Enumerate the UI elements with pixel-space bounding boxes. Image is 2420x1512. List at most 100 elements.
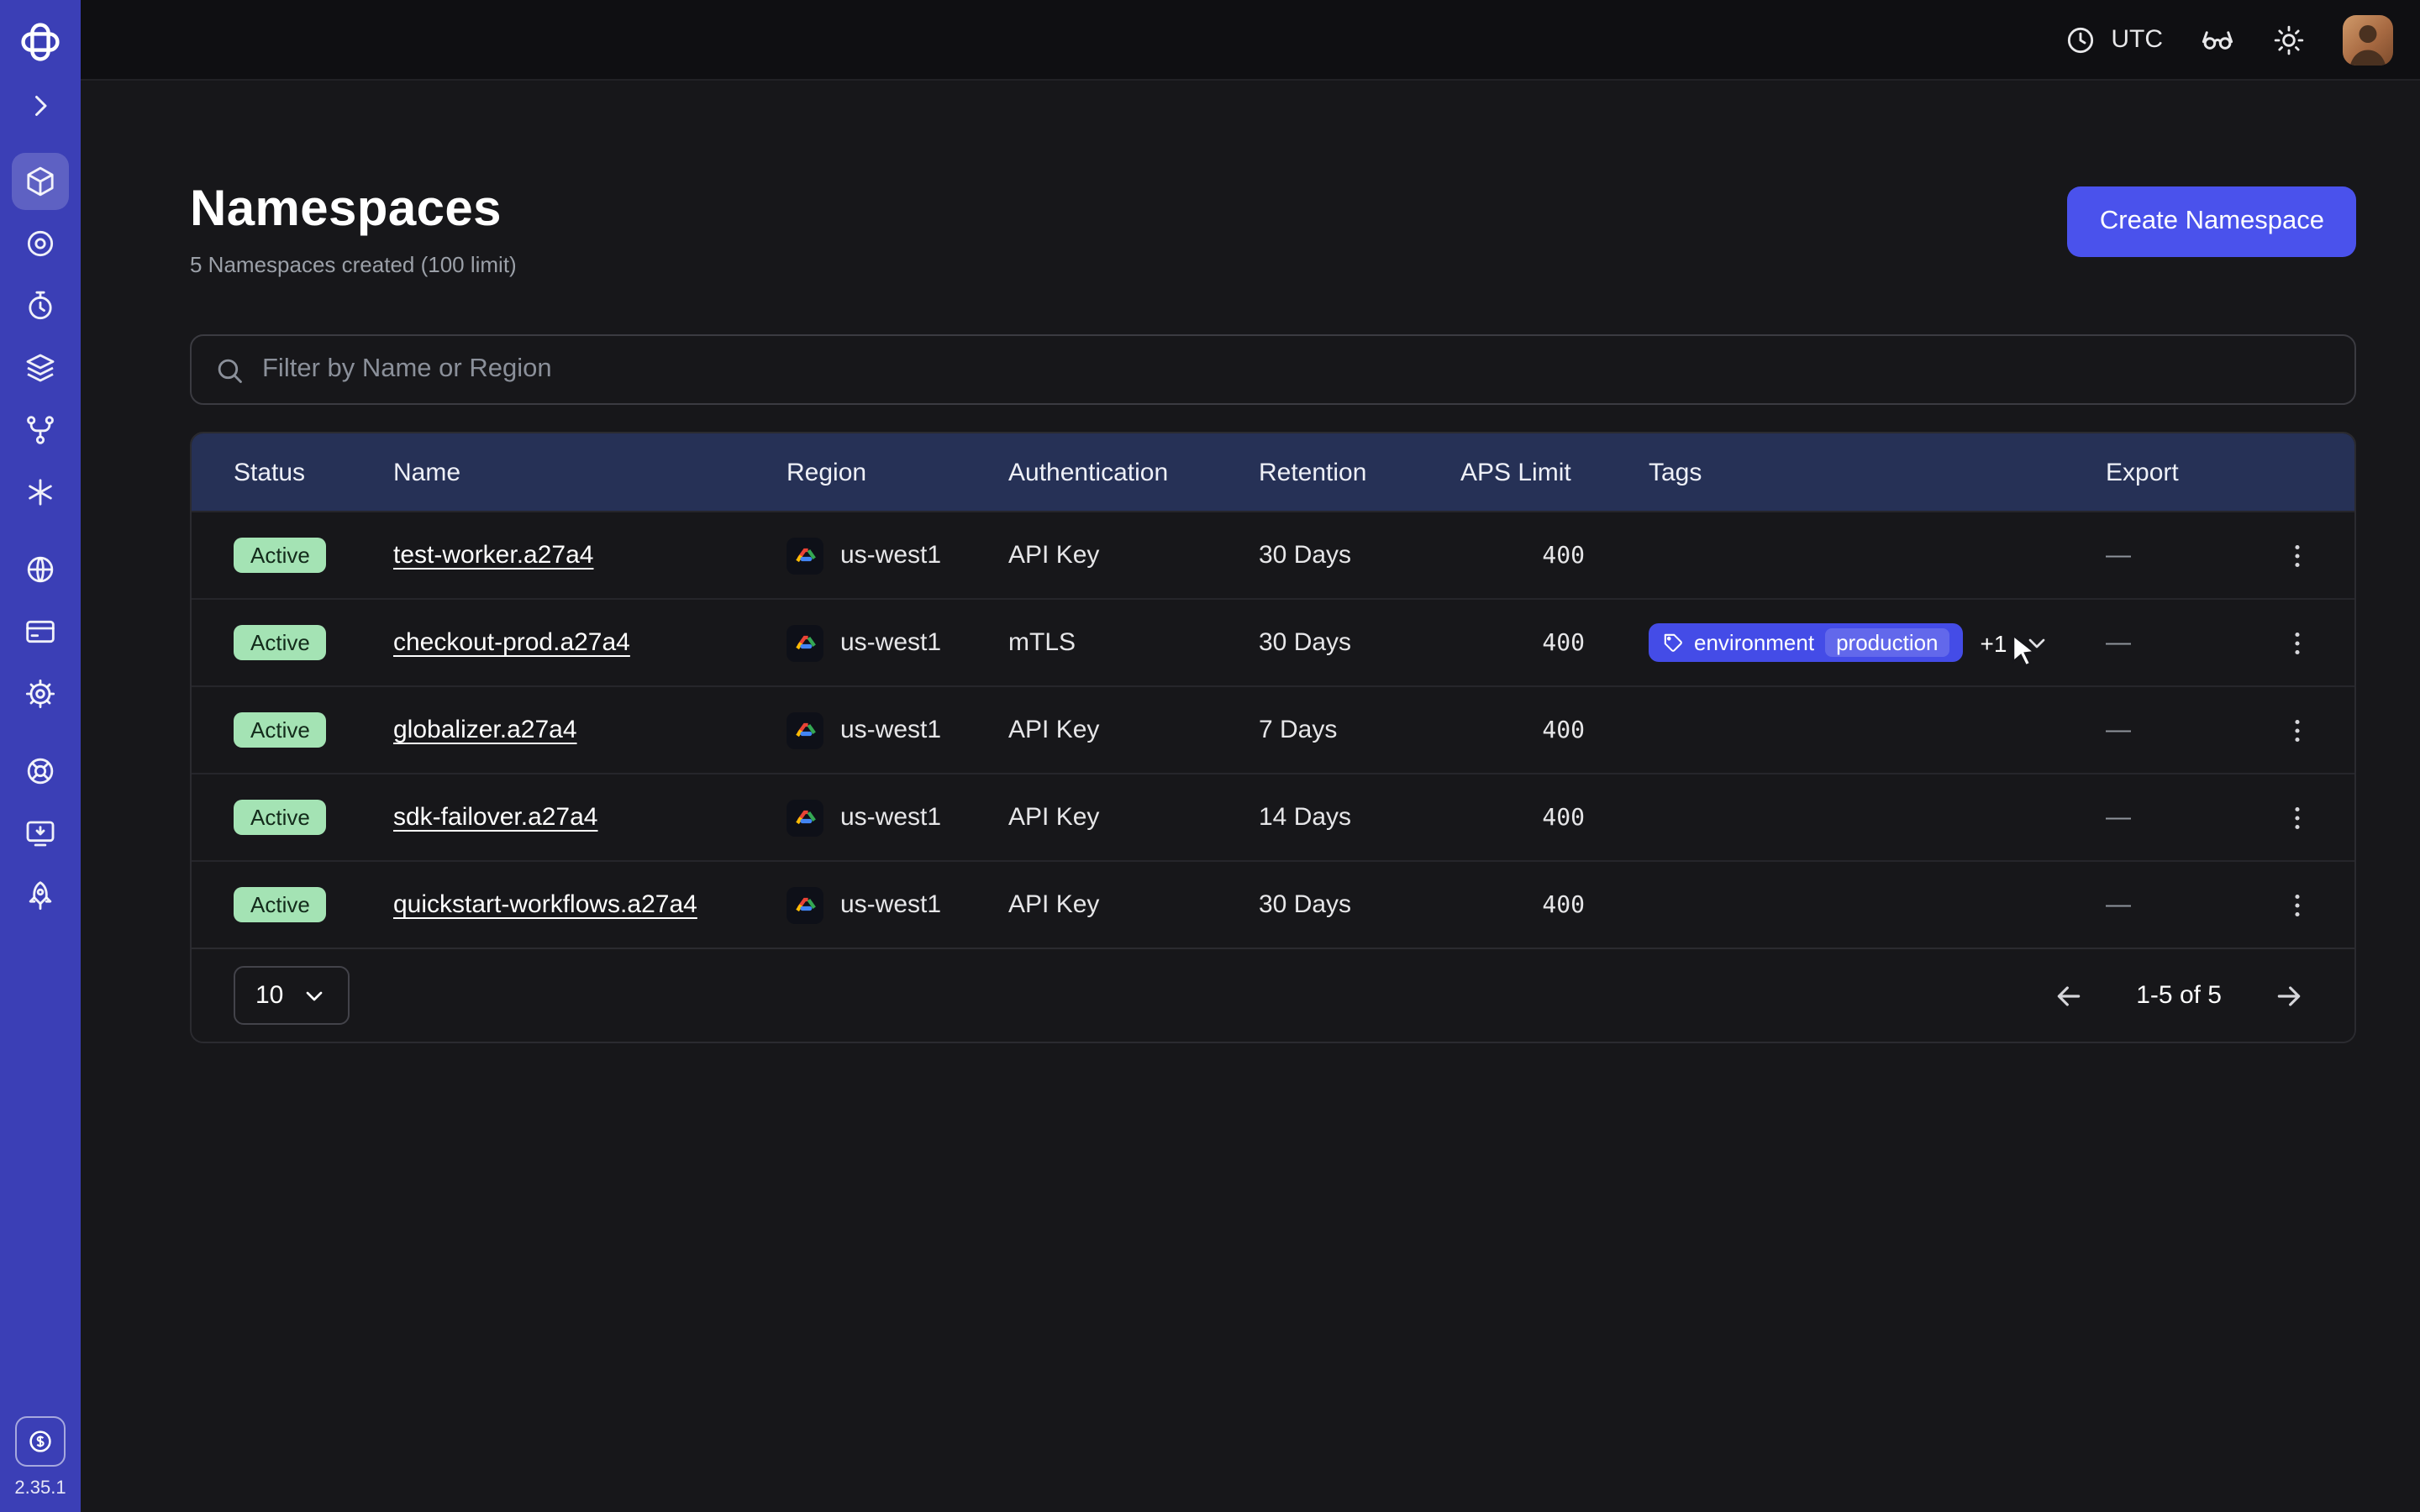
namespace-link[interactable]: sdk-failover.a27a4 [393, 803, 598, 832]
globe-icon [24, 553, 57, 586]
gcp-icon [786, 886, 823, 923]
avatar-silhouette [2343, 14, 2393, 65]
gcp-icon [786, 537, 823, 574]
auth-label: mTLS [1008, 628, 1259, 657]
gear-icon [24, 677, 57, 711]
search-input[interactable] [262, 354, 2333, 385]
timezone-button[interactable]: UTC [2064, 23, 2163, 56]
sidebar-item-settings[interactable] [12, 665, 69, 722]
prev-page-button[interactable] [2045, 972, 2092, 1019]
page-size-select[interactable]: 10 [234, 966, 349, 1025]
sidebar-item-billing[interactable] [12, 603, 69, 660]
sidebar-nav-account [12, 541, 69, 722]
app-root: 2.35.1 UTC [0, 0, 2420, 1512]
row-menu-button[interactable] [2281, 794, 2312, 841]
namespace-link[interactable]: checkout-prod.a27a4 [393, 628, 630, 657]
namespace-link[interactable]: quickstart-workflows.a27a4 [393, 890, 697, 919]
ellipsis-vertical-icon [2281, 540, 2312, 570]
table-row: Active globalizer.a27a4 us-west1 API Key… [192, 685, 2354, 773]
tags-group: environment production +1 [1649, 623, 2050, 662]
namespace-link[interactable]: globalizer.a27a4 [393, 716, 577, 744]
col-name: Name [393, 458, 786, 486]
tags-cell: environment production +1 [1649, 623, 2106, 662]
status-badge: Active [234, 625, 327, 660]
export-value: — [2106, 541, 2281, 570]
sun-icon [2272, 23, 2306, 56]
col-region: Region [786, 458, 1008, 486]
row-menu-button[interactable] [2281, 619, 2312, 666]
temporal-logo-icon[interactable] [20, 22, 60, 62]
labs-toggle-button[interactable] [2200, 22, 2235, 57]
retention-label: 30 Days [1259, 628, 1460, 657]
sidebar-item-web[interactable] [12, 541, 69, 598]
page-subtitle: 5 Namespaces created (100 limit) [190, 252, 517, 277]
topbar: UTC [81, 0, 2420, 81]
dollar-circle-icon [25, 1426, 55, 1457]
tag-icon [1662, 632, 1684, 654]
sidebar-item-namespaces[interactable] [12, 153, 69, 210]
ellipsis-vertical-icon [2281, 802, 2312, 832]
auth-label: API Key [1008, 803, 1259, 832]
col-tags: Tags [1649, 458, 2106, 486]
sidebar-expand-button[interactable] [17, 82, 64, 129]
usage-button[interactable] [15, 1416, 66, 1467]
main-content: Namespaces 5 Namespaces created (100 lim… [81, 81, 2420, 1512]
row-menu-button[interactable] [2281, 706, 2312, 753]
theme-toggle-button[interactable] [2272, 23, 2306, 56]
user-avatar[interactable] [2343, 14, 2393, 65]
namespace-link[interactable]: test-worker.a27a4 [393, 541, 593, 570]
ellipsis-vertical-icon [2281, 890, 2312, 920]
aps-limit-value: 400 [1460, 804, 1649, 831]
chevron-right-icon [25, 91, 55, 121]
sidebar-item-workflows[interactable] [12, 215, 69, 272]
arrow-left-icon [2052, 979, 2086, 1012]
clock-icon [2064, 23, 2097, 56]
status-badge: Active [234, 887, 327, 922]
row-menu-button[interactable] [2281, 881, 2312, 928]
pagination-range: 1-5 of 5 [2136, 981, 2222, 1010]
region-label: us-west1 [840, 628, 941, 657]
retention-label: 30 Days [1259, 890, 1460, 919]
table-row: Active checkout-prod.a27a4 us-west1 mTLS… [192, 598, 2354, 685]
glasses-icon [2200, 22, 2235, 57]
page-size-value: 10 [255, 981, 283, 1010]
export-value: — [2106, 890, 2281, 919]
arrow-right-icon [2272, 979, 2306, 1012]
table-header: Status Name Region Authentication Retent… [192, 433, 2354, 511]
page-title: Namespaces [190, 181, 517, 239]
chevron-down-icon [300, 982, 327, 1009]
aps-limit-value: 400 [1460, 891, 1649, 918]
create-namespace-button[interactable]: Create Namespace [2068, 186, 2356, 257]
row-menu-button[interactable] [2281, 532, 2312, 579]
table-row: Active quickstart-workflows.a27a4 us-wes… [192, 860, 2354, 948]
retention-label: 30 Days [1259, 541, 1460, 570]
sidebar-item-getting-started[interactable] [12, 867, 69, 924]
auth-label: API Key [1008, 716, 1259, 744]
search-icon [213, 354, 245, 386]
tags-expand-chevron[interactable] [2023, 629, 2050, 656]
sidebar-item-resources[interactable] [12, 805, 69, 862]
sidebar-item-schedules[interactable] [12, 277, 69, 334]
rocket-icon [24, 879, 57, 912]
sidebar-item-batch-operations[interactable] [12, 464, 69, 521]
version-label: 2.35.1 [14, 1478, 66, 1499]
card-icon [24, 615, 57, 648]
col-export: Export [2106, 458, 2281, 486]
sidebar: 2.35.1 [0, 0, 81, 1512]
tag-key: environment [1694, 630, 1814, 655]
sidebar-item-deployments[interactable] [12, 339, 69, 396]
tag-chip[interactable]: environment production [1649, 623, 1964, 662]
next-page-button[interactable] [2265, 972, 2312, 1019]
aps-limit-value: 400 [1460, 717, 1649, 743]
auth-label: API Key [1008, 890, 1259, 919]
retention-label: 14 Days [1259, 803, 1460, 832]
col-status: Status [234, 458, 393, 486]
sidebar-item-support[interactable] [12, 743, 69, 800]
cube-icon [24, 165, 57, 198]
gcp-icon [786, 711, 823, 748]
sidebar-nav-help [12, 743, 69, 924]
table-row: Active test-worker.a27a4 us-west1 API Ke… [192, 511, 2354, 598]
sidebar-item-nexus[interactable] [12, 402, 69, 459]
region-label: us-west1 [840, 716, 941, 744]
retention-label: 7 Days [1259, 716, 1460, 744]
